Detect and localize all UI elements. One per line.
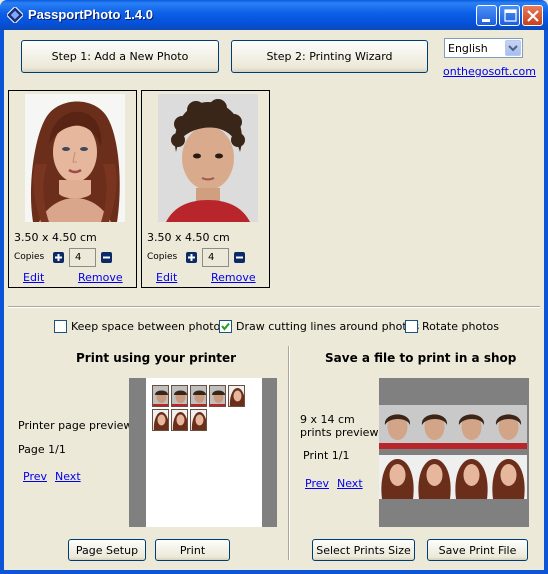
keep-space-checkbox[interactable]: Keep space between photos — [54, 319, 226, 333]
shop-prev-link[interactable]: Prev — [305, 477, 329, 490]
printer-preview-label: Printer page preview — [18, 419, 133, 432]
copies-count[interactable]: 4 — [202, 248, 229, 267]
printer-section-title: Print using your printer — [76, 351, 237, 365]
rotate-photos-label: Rotate photos — [422, 319, 499, 333]
woman-print-tile — [416, 455, 453, 499]
photo-card-woman[interactable]: 3.50 x 4.50 cm Copies 4 Edit Remove — [8, 90, 137, 288]
boy-print-tile — [453, 405, 490, 449]
keep-space-label: Keep space between photos — [71, 319, 226, 333]
photo-size: 3.50 x 4.50 cm — [147, 231, 230, 244]
select-prints-size-button[interactable]: Select Prints Size — [312, 539, 415, 561]
edit-photo-link[interactable]: Edit — [23, 271, 44, 284]
rotate-photos-checkbox[interactable]: Rotate photos — [405, 319, 499, 333]
vertical-divider — [288, 346, 290, 560]
copies-label: Copies — [14, 252, 45, 262]
prints-size-label: 9 x 14 cm — [300, 413, 355, 426]
add-photo-button[interactable]: Step 1: Add a New Photo — [21, 40, 219, 73]
close-button[interactable] — [522, 5, 543, 26]
passport-app-icon — [7, 7, 23, 23]
checkmark-icon — [221, 322, 230, 331]
title-bar[interactable]: PassportPhoto 1.4.0 — [0, 0, 548, 30]
woman-thumbnail — [190, 409, 207, 431]
chevron-down-icon[interactable] — [505, 40, 521, 56]
maximize-icon — [504, 9, 517, 22]
increase-copies-button[interactable] — [53, 252, 64, 263]
boy-thumbnail — [171, 385, 188, 407]
plus-icon — [188, 254, 195, 261]
print-button[interactable]: Print — [155, 539, 230, 561]
cutting-lines-label: Draw cutting lines around photos — [236, 319, 420, 333]
decrease-copies-button[interactable] — [234, 252, 245, 263]
boy-print-tile — [379, 405, 416, 449]
minus-icon — [236, 256, 243, 259]
maximize-button[interactable] — [499, 5, 520, 26]
checkbox-box[interactable] — [219, 319, 232, 333]
woman-thumbnail — [152, 409, 169, 431]
woman-print-tile — [379, 455, 416, 499]
prints-preview-label: prints preview — [300, 426, 379, 439]
minus-icon — [103, 256, 110, 259]
boy-thumbnail — [190, 385, 207, 407]
window-title: PassportPhoto 1.4.0 — [28, 7, 153, 22]
printer-prev-link[interactable]: Prev — [23, 470, 47, 483]
website-link[interactable]: onthegosoft.com — [443, 65, 536, 78]
remove-photo-link[interactable]: Remove — [211, 271, 256, 284]
woman-photo — [25, 94, 125, 222]
remove-photo-link[interactable]: Remove — [78, 271, 123, 284]
save-print-file-button[interactable]: Save Print File — [427, 539, 528, 561]
window-frame-right — [544, 30, 548, 574]
minimize-icon — [482, 19, 490, 22]
checkbox-box[interactable] — [54, 319, 67, 333]
increase-copies-button[interactable] — [186, 252, 197, 263]
print-count-indicator: Print 1/1 — [303, 449, 350, 462]
language-value: English — [448, 42, 488, 55]
window-frame-bottom — [0, 570, 548, 574]
photo-size: 3.50 x 4.50 cm — [14, 231, 97, 244]
boy-print-tile — [490, 405, 527, 449]
shop-section-title: Save a file to print in a shop — [325, 351, 517, 365]
photo-card-boy[interactable]: 3.50 x 4.50 cm Copies 4 Edit Remove — [141, 90, 270, 288]
woman-print-tile — [490, 455, 527, 499]
boy-print-tile — [416, 405, 453, 449]
woman-thumbnail — [228, 385, 245, 407]
shop-next-link[interactable]: Next — [337, 477, 363, 490]
copies-label: Copies — [147, 252, 178, 262]
copies-count[interactable]: 4 — [69, 248, 96, 267]
checkbox-box[interactable] — [405, 319, 418, 333]
plus-icon — [55, 254, 62, 261]
edit-photo-link[interactable]: Edit — [156, 271, 177, 284]
boy-thumbnail — [152, 385, 169, 407]
printing-wizard-button[interactable]: Step 2: Printing Wizard — [231, 40, 428, 73]
horizontal-divider — [8, 306, 540, 308]
printer-paper — [146, 378, 262, 527]
close-icon — [527, 10, 539, 22]
shop-print-preview — [379, 378, 529, 527]
boy-thumbnail — [209, 385, 226, 407]
minimize-button[interactable] — [476, 5, 497, 26]
printer-page-preview — [129, 378, 277, 527]
woman-thumbnail — [171, 409, 188, 431]
printer-next-link[interactable]: Next — [55, 470, 81, 483]
decrease-copies-button[interactable] — [101, 252, 112, 263]
printer-page-indicator: Page 1/1 — [18, 443, 66, 456]
cutting-lines-checkbox[interactable]: Draw cutting lines around photos — [219, 319, 419, 333]
page-setup-button[interactable]: Page Setup — [68, 539, 146, 561]
language-select[interactable]: English — [444, 38, 523, 58]
boy-photo — [158, 94, 258, 222]
woman-print-tile — [453, 455, 490, 499]
window-frame-left — [0, 30, 4, 574]
